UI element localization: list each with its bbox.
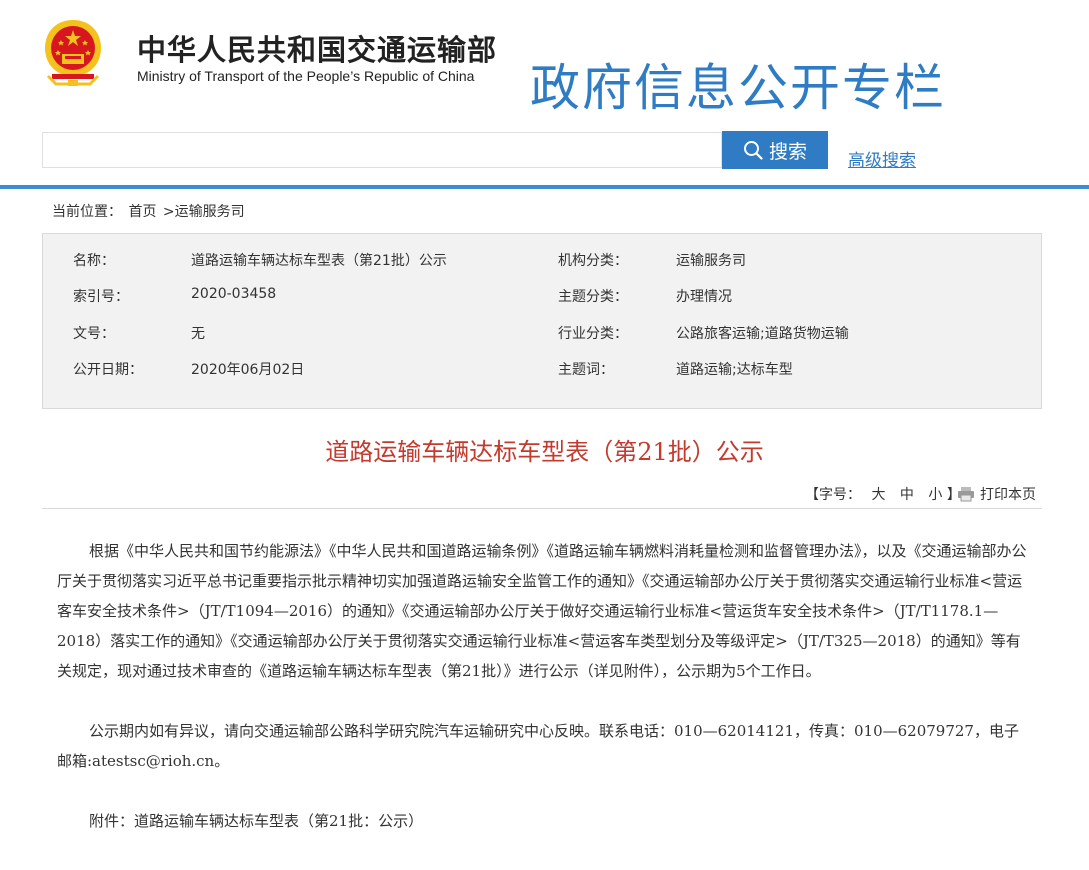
print-label: 打印本页 — [980, 487, 1036, 503]
article-attachment[interactable]: 附件：道路运输车辆达标车型表（第21批：公示） — [57, 806, 1032, 836]
meta-keyword-label: 主题词： — [558, 362, 614, 378]
printer-icon — [958, 487, 974, 502]
font-size-large[interactable]: 大 — [871, 487, 885, 503]
breadcrumb-home[interactable]: 首页 — [128, 204, 156, 220]
header-divider — [0, 185, 1089, 189]
meta-date-value: 2020年06月02日 — [191, 362, 305, 378]
meta-industry-value: 公路旅客运输;道路货物运输 — [676, 326, 849, 342]
breadcrumb-label: 当前位置： — [52, 204, 122, 220]
article-title: 道路运输车辆达标车型表（第21批）公示 — [325, 438, 764, 466]
font-size-label: 【字号： — [805, 487, 861, 503]
meta-name-value: 道路运输车辆达标车型表（第21批）公示 — [191, 253, 447, 269]
advanced-search-link[interactable]: 高级搜索 — [848, 146, 916, 171]
meta-industry-label: 行业分类： — [558, 326, 628, 342]
section-banner: 政府信息公开专栏 — [530, 59, 946, 117]
meta-org-value: 运输服务司 — [676, 253, 746, 269]
print-button[interactable]: 打印本页 — [957, 484, 1036, 504]
metadata-panel: 名称： 道路运输车辆达标车型表（第21批）公示 索引号： 2020-03458 … — [42, 233, 1042, 409]
meta-index-value: 2020-03458 — [191, 286, 277, 302]
meta-topic-label: 主题分类： — [558, 289, 628, 305]
meta-doc-value: 无 — [191, 326, 205, 342]
breadcrumb-section[interactable]: >运输服务司 — [163, 204, 245, 220]
search-input[interactable] — [42, 132, 722, 168]
article-body: 根据《中华人民共和国节约能源法》《中华人民共和国道路运输条例》《道路运输车辆燃料… — [57, 536, 1032, 836]
font-size-controls: 【字号： 大 中 小 】 — [805, 484, 961, 504]
article-paragraph-2: 公示期内如有异议，请向交通运输部公路科学研究院汽车运输研究中心反映。联系电话：0… — [57, 722, 1019, 770]
article-paragraph-1: 根据《中华人民共和国节约能源法》《中华人民共和国道路运输条例》《道路运输车辆燃料… — [57, 542, 1027, 680]
font-size-medium[interactable]: 中 — [900, 487, 914, 503]
ministry-title-en: Ministry of Transport of the People’s Re… — [137, 68, 475, 84]
meta-index-label: 索引号： — [73, 289, 129, 305]
search-icon — [743, 141, 763, 160]
breadcrumb: 当前位置： 首页 >运输服务司 — [52, 201, 247, 221]
meta-name-label: 名称： — [73, 253, 115, 269]
top-strip — [0, 0, 1089, 6]
search-button[interactable]: 搜索 — [722, 131, 828, 169]
meta-doc-label: 文号： — [73, 326, 115, 342]
font-size-small[interactable]: 小 — [928, 487, 942, 503]
meta-topic-value: 办理情况 — [676, 289, 732, 305]
meta-org-label: 机构分类： — [558, 253, 628, 269]
search-button-label: 搜索 — [768, 140, 807, 163]
national-emblem-icon — [45, 20, 101, 86]
article-toolbar: 【字号： 大 中 小 】 打印本页 — [42, 482, 1042, 509]
meta-date-label: 公开日期： — [73, 362, 143, 378]
ministry-title-cn: 中华人民共和国交通运输部 — [137, 33, 498, 67]
meta-keyword-value: 道路运输;达标车型 — [676, 362, 793, 378]
